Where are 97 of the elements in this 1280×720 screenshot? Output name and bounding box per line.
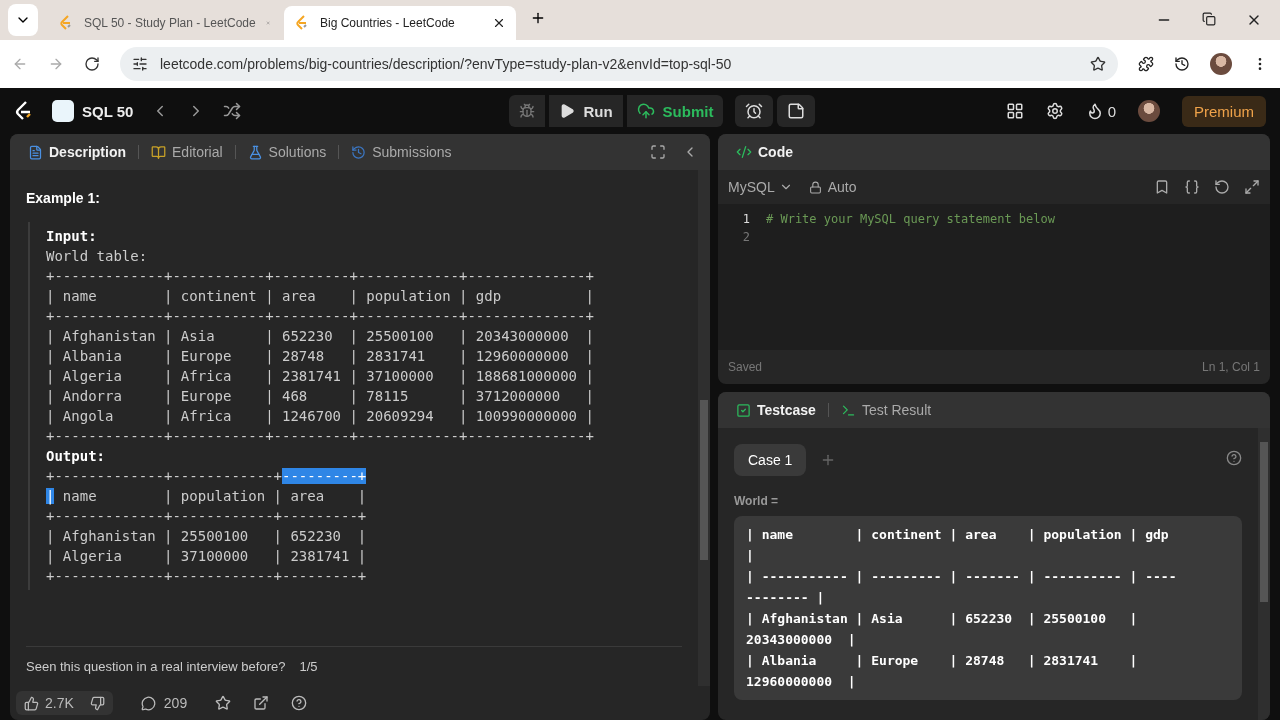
line-number: 1: [741, 211, 751, 228]
output-line: +-------------+------------+---------+: [46, 567, 368, 586]
layout-icon[interactable]: [1005, 102, 1024, 120]
flask-icon: [247, 144, 263, 160]
output-line: +-------------+------------+---------+: [46, 507, 368, 526]
output-line: | Afghanistan | 25500100 | 652230 |: [46, 527, 368, 546]
output-line: | Algeria | 37100000 | 2381741 |: [46, 547, 368, 566]
input-line: | Algeria | Africa | 2381741 | 37100000 | 188681000000 |: [46, 367, 595, 386]
share-icon[interactable]: [253, 695, 270, 711]
line-number: 2: [741, 229, 751, 246]
history-icon[interactable]: [1174, 56, 1190, 72]
interview-question: Seen this question in a real interview before?: [26, 659, 286, 674]
help-icon[interactable]: [1226, 450, 1242, 466]
checkbox-icon: [736, 402, 751, 418]
input-line: | Angola | Africa | 1246700 | 20609294 | 100990000000 |: [46, 407, 595, 426]
browser-tab[interactable]: Big Countries - LeetCode: [284, 6, 516, 40]
restore-icon[interactable]: [1202, 12, 1216, 26]
panel-tab[interactable]: Test Result: [834, 402, 938, 418]
browser-tab[interactable]: SQL 50 - Study Plan - LeetCode: [48, 6, 280, 40]
panel-tab[interactable]: Solutions: [241, 144, 333, 160]
terminal-icon: [840, 402, 856, 418]
help-icon[interactable]: [291, 695, 308, 711]
panel-tab[interactable]: Submissions: [345, 144, 458, 160]
panel-tab[interactable]: Description: [22, 144, 132, 160]
logo-icon[interactable]: [14, 100, 34, 122]
bookmark-icon[interactable]: [1154, 179, 1170, 195]
new-tab-icon[interactable]: [530, 10, 546, 26]
extensions-icon[interactable]: [1138, 56, 1154, 72]
note-icon: [787, 102, 806, 120]
thumbs-up-icon: [24, 695, 39, 711]
settings-icon[interactable]: [1045, 102, 1064, 120]
reload-icon[interactable]: [84, 56, 100, 72]
comment-icon: [140, 695, 156, 711]
input-line: | Albania | Europe | 28748 | 2831741 | 12960000000 |: [46, 347, 595, 366]
input-label: Input:: [46, 227, 98, 246]
problem-set-title[interactable]: SQL 50: [82, 102, 134, 120]
input-line: | Andorra | Europe | 468 | 78115 | 3712000000 |: [46, 387, 595, 406]
lock-icon: [808, 180, 822, 194]
run-button[interactable]: Run: [549, 95, 623, 127]
reset-icon[interactable]: [1214, 179, 1230, 195]
premium-button[interactable]: Premium: [1182, 95, 1266, 127]
debug-button[interactable]: [509, 95, 546, 127]
submit-button[interactable]: Submit: [626, 95, 724, 127]
url-text: leetcode.com/problems/big-countries/description/?envType=study-plan-v2&envId=top-sql-50: [160, 56, 733, 72]
cloud-upload-icon: [636, 102, 655, 120]
output-line: +-------------+------------+---------+: [46, 467, 368, 486]
timer-button[interactable]: [735, 95, 774, 127]
interview-count: 1/5: [299, 659, 318, 674]
document-icon: [28, 144, 43, 160]
code-tab[interactable]: Code: [730, 144, 799, 160]
thumbs-down-icon: [89, 695, 105, 711]
panel-tab[interactable]: Editorial: [145, 144, 229, 160]
streak-count: 0: [1107, 102, 1116, 120]
input-line: | name | continent | area | population | gdp |: [46, 287, 595, 306]
close-icon[interactable]: [492, 16, 506, 30]
history-icon: [351, 144, 367, 160]
fullscreen-icon[interactable]: [650, 144, 666, 160]
code-icon: [736, 144, 752, 160]
study-plan-icon: [52, 100, 74, 122]
shuffle-icon[interactable]: [223, 102, 242, 120]
language-select[interactable]: MySQL: [728, 179, 793, 195]
user-avatar[interactable]: [1138, 100, 1160, 122]
notes-button[interactable]: [777, 95, 816, 127]
book-icon: [151, 144, 166, 160]
bug-icon: [519, 103, 536, 119]
comments-button[interactable]: 209: [134, 694, 194, 712]
example-title: Example 1:: [26, 190, 101, 206]
code-comment: # Write your MySQL query statement below: [766, 211, 1055, 228]
format-icon[interactable]: [1184, 179, 1200, 195]
case-tab[interactable]: Case 1: [734, 444, 807, 476]
alarm-clock-icon: [745, 102, 764, 120]
save-status: Saved: [728, 360, 763, 374]
address-bar[interactable]: leetcode.com/problems/big-countries/description/?envType=study-plan-v2&envId=top-sql-50: [120, 47, 1118, 81]
panel-tab[interactable]: Testcase: [730, 402, 822, 418]
output-line: | name | population | area |: [46, 487, 368, 506]
output-label: Output:: [46, 447, 106, 466]
mode-label: Auto: [827, 179, 857, 195]
logo-icon: [294, 15, 310, 31]
parameter-label: World =: [734, 494, 780, 508]
input-line: +-------------+-----------+---------+------------+--------------+: [46, 307, 595, 326]
bookmark-star-icon[interactable]: [1090, 56, 1106, 72]
testcase-input[interactable]: | name | continent | area | population | gdp | | ----------- | --------- | ------- | ---------- | ---- -------- | | Afghanistan | Asia | 652230 | 25500100 | 20343000000 | | Albania | Europe | 28748 | 2831741 | 12960000000 |: [734, 516, 1242, 700]
input-line: | Afghanistan | Asia | 652230 | 25500100 | 20343000000 |: [46, 327, 595, 346]
profile-avatar[interactable]: [1210, 53, 1232, 75]
input-line: +-------------+-----------+---------+------------+--------------+: [46, 427, 595, 446]
cursor-position: Ln 1, Col 1: [1201, 360, 1260, 374]
input-line: World table:: [46, 247, 149, 266]
play-icon: [559, 103, 576, 119]
tab-title: Big Countries - LeetCode: [320, 16, 456, 30]
scrollbar[interactable]: [1258, 428, 1270, 720]
site-settings-icon[interactable]: [132, 56, 148, 72]
logo-icon: [58, 15, 74, 31]
input-line: +-------------+-----------+---------+------------+--------------+: [46, 267, 595, 286]
scrollbar[interactable]: [698, 170, 710, 686]
tab-title: SQL 50 - Study Plan - LeetCode: [84, 16, 256, 30]
favorite-star-icon[interactable]: [215, 695, 232, 711]
expand-icon[interactable]: [1244, 179, 1260, 195]
